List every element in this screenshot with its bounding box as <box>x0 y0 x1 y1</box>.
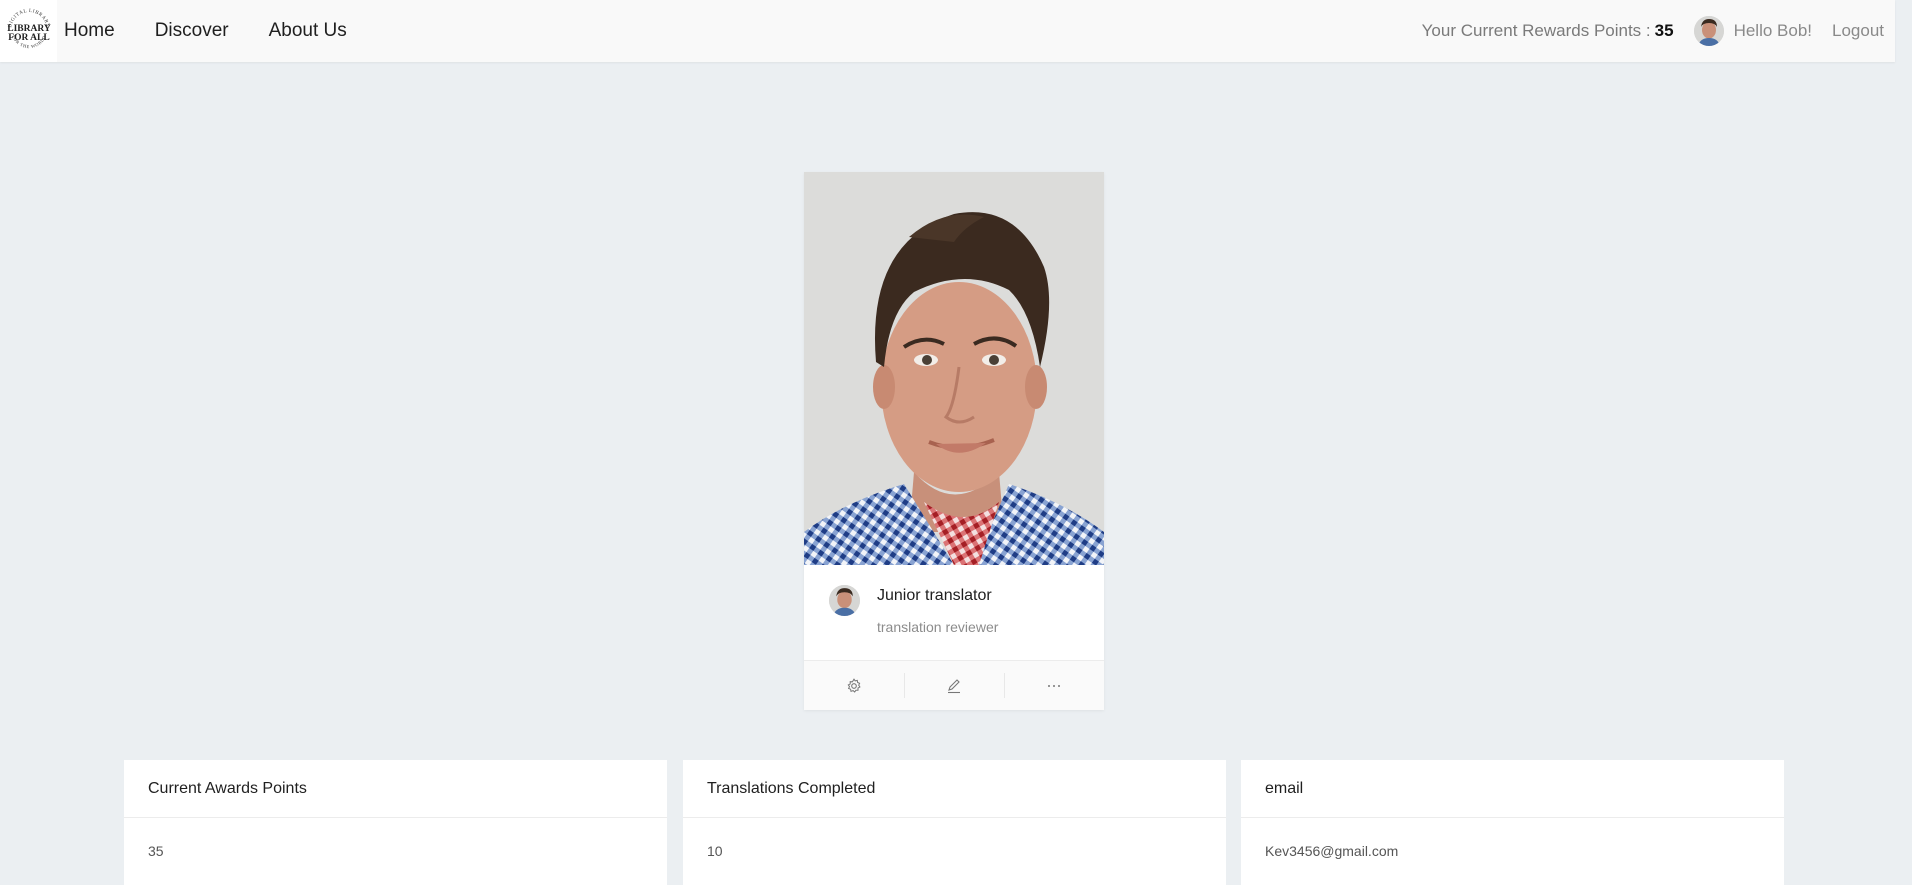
rewards-label: Your Current Rewards Points : <box>1421 21 1651 40</box>
stat-value: Kev3456@gmail.com <box>1265 843 1399 859</box>
stat-translations-completed: Translations Completed 10 <box>683 760 1226 885</box>
nav-about-us-link[interactable]: About Us <box>269 0 347 62</box>
main-nav: Home Discover About Us <box>57 0 347 62</box>
edit-button[interactable] <box>904 661 1004 710</box>
card-actions <box>804 661 1104 710</box>
library-for-all-logo[interactable]: DIGITAL LIBRARY LIBRARY FOR ALL FOR THE … <box>0 0 57 62</box>
stat-awards-points: Current Awards Points 35 <box>124 760 667 885</box>
profile-description: translation reviewer <box>877 619 999 635</box>
profile-avatar <box>829 585 860 616</box>
top-navbar: DIGITAL LIBRARY LIBRARY FOR ALL FOR THE … <box>0 0 1895 62</box>
settings-icon <box>847 677 861 693</box>
stat-email: email Kev3456@gmail.com <box>1241 760 1784 885</box>
profile-meta: Junior translator translation reviewer <box>804 565 1104 661</box>
profile-avatar-image <box>829 585 860 616</box>
stat-value: 10 <box>707 843 723 859</box>
more-options-button[interactable] <box>1004 661 1104 710</box>
stat-label: Current Awards Points <box>124 760 667 818</box>
stat-label: Translations Completed <box>683 760 1226 818</box>
profile-title: Junior translator <box>877 587 992 604</box>
settings-button[interactable] <box>804 661 904 710</box>
ellipsis-icon <box>1048 684 1060 687</box>
profile-card: Junior translator translation reviewer <box>804 172 1104 710</box>
profile-photo <box>804 172 1104 565</box>
user-area: Your Current Rewards Points :35 Hello Bo… <box>1422 0 1895 62</box>
rewards-points: Your Current Rewards Points :35 <box>1422 21 1674 41</box>
nav-discover-link[interactable]: Discover <box>155 0 229 62</box>
logo-emblem-icon: DIGITAL LIBRARY LIBRARY FOR ALL FOR THE … <box>7 9 51 49</box>
edit-icon <box>948 678 960 693</box>
stat-value: 35 <box>148 843 164 859</box>
rewards-value: 35 <box>1654 21 1674 40</box>
user-avatar-image <box>1693 16 1724 46</box>
greeting-text: Hello Bob! <box>1733 21 1812 40</box>
nav-home-link[interactable]: Home <box>64 0 115 62</box>
logout-link[interactable]: Logout <box>1832 21 1884 41</box>
user-avatar[interactable] <box>1693 16 1724 46</box>
stat-label: email <box>1241 760 1784 818</box>
